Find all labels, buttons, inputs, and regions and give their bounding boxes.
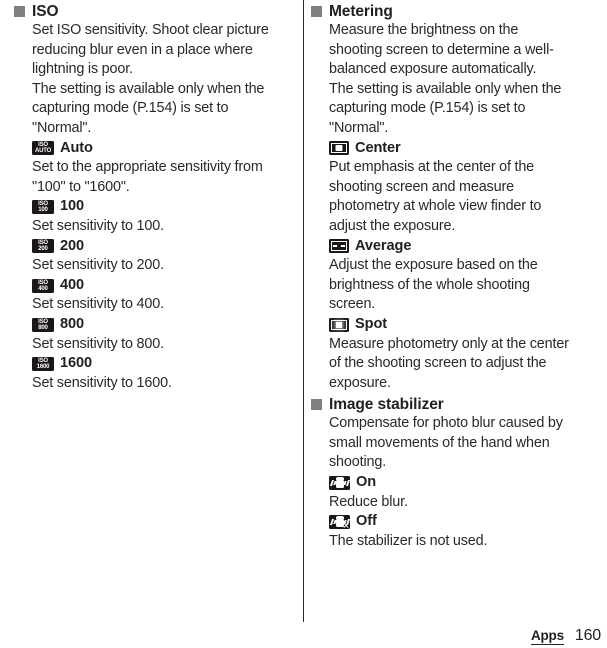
- section-title: ISO: [32, 3, 59, 20]
- section-heading-metering: Metering: [311, 2, 572, 21]
- option-row: ISO 100 100: [14, 197, 284, 217]
- option-row: ISO AUTO Auto: [14, 139, 284, 159]
- footer-section-label: Apps: [530, 628, 564, 645]
- metering-average-icon: [329, 239, 349, 254]
- option-label: 800: [60, 315, 85, 332]
- option-description: The stabilizer is not used.: [329, 532, 488, 549]
- column-divider: [303, 0, 304, 622]
- option-label: Off: [356, 513, 377, 530]
- option-row: ISO 200 200: [14, 237, 284, 257]
- right-column: Metering Measure the brightness on the s…: [288, 2, 576, 551]
- cross-out-icon: [343, 523, 349, 529]
- option-label: 200: [60, 237, 85, 254]
- page-number: 160: [574, 627, 601, 644]
- iso-icon-line2: 800: [38, 324, 48, 331]
- option-row: Center: [311, 139, 572, 159]
- iso-icon-line2: 400: [38, 285, 48, 292]
- option-label: Center: [355, 139, 401, 156]
- square-bullet-icon: [311, 399, 322, 411]
- section-intro-paragraph: Compensate for photo blur caused by smal…: [329, 415, 563, 471]
- left-column: ISO Set ISO sensitivity. Shoot clear pic…: [0, 2, 288, 393]
- square-bullet-icon: [14, 6, 25, 17]
- section-title: Image stabilizer: [329, 396, 444, 414]
- option-label: Spot: [355, 315, 388, 332]
- option-description: Measure photometry only at the center of…: [329, 335, 569, 391]
- stabilizer-on-icon: [329, 475, 350, 490]
- option-label: 400: [60, 276, 85, 293]
- iso-200-icon: ISO 200: [32, 239, 54, 254]
- option-row: Spot: [311, 315, 572, 335]
- iso-icon-line2: 200: [38, 246, 48, 253]
- option-row: Average: [311, 237, 572, 257]
- square-bullet-icon: [311, 6, 322, 17]
- option-row: ISO 800 800: [14, 315, 284, 335]
- section-intro-paragraph: The setting is available only when the c…: [32, 80, 265, 136]
- metering-center-icon: [329, 141, 349, 156]
- iso-100-icon: ISO 100: [32, 200, 54, 215]
- option-label: 100: [60, 198, 85, 215]
- section-intro-paragraph: Measure the brightness on the shooting s…: [329, 22, 554, 78]
- section-intro-paragraph: The setting is available only when the c…: [329, 80, 562, 136]
- iso-1600-icon: ISO 1600: [32, 356, 54, 371]
- option-description: Put emphasis at the center of the shooti…: [329, 159, 542, 234]
- metering-spot-icon: [329, 317, 349, 332]
- iso-800-icon: ISO 800: [32, 317, 54, 332]
- option-description: Adjust the exposure based on the brightn…: [329, 257, 538, 313]
- option-label: On: [356, 474, 377, 491]
- iso-400-icon: ISO 400: [32, 278, 54, 293]
- option-label: Auto: [60, 139, 93, 156]
- option-label: 1600: [60, 355, 93, 372]
- stabilizer-off-icon: [329, 515, 350, 530]
- option-row: On: [311, 473, 572, 493]
- section-intro-paragraph: Set ISO sensitivity. Shoot clear picture…: [32, 22, 269, 78]
- iso-icon-line2: AUTO: [34, 148, 52, 155]
- iso-auto-icon: ISO AUTO: [32, 141, 54, 156]
- option-description: Reduce blur.: [329, 493, 408, 510]
- option-description: Set sensitivity to 200.: [32, 257, 164, 274]
- section-title: Metering: [329, 3, 393, 20]
- option-row: Off: [311, 512, 572, 532]
- option-description: Set to the appropriate sensitivity from …: [32, 159, 263, 195]
- option-description: Set sensitivity to 800.: [32, 335, 164, 352]
- option-description: Set sensitivity to 400.: [32, 296, 164, 313]
- option-label: Average: [355, 237, 412, 254]
- page-footer: Apps 160: [530, 627, 601, 645]
- option-description: Set sensitivity to 1600.: [32, 374, 172, 391]
- option-row: ISO 400 400: [14, 276, 284, 296]
- manual-page: ISO Set ISO sensitivity. Shoot clear pic…: [0, 0, 607, 648]
- option-row: ISO 1600 1600: [14, 354, 284, 374]
- section-heading-image-stabilizer: Image stabilizer: [311, 395, 572, 414]
- section-heading-iso: ISO: [14, 2, 284, 21]
- iso-icon-line2: 1600: [36, 363, 50, 370]
- option-description: Set sensitivity to 100.: [32, 217, 164, 234]
- iso-icon-line2: 100: [38, 207, 48, 214]
